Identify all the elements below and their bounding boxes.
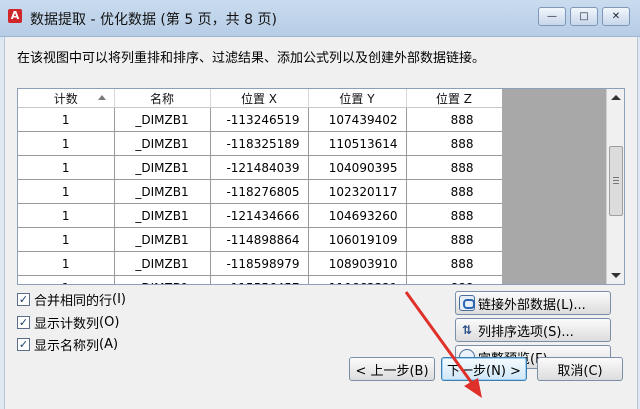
maximize-button[interactable]: □ <box>570 7 598 26</box>
cell-count[interactable]: 1 <box>18 107 115 132</box>
column-header-count[interactable]: 计数 <box>18 89 115 108</box>
title-bar: A 数据提取 - 优化数据 (第 5 页，共 8 页) — □ ✕ <box>0 0 640 37</box>
link-icon <box>459 295 475 311</box>
cell-position-x[interactable]: -118325189 <box>210 131 309 156</box>
table-row[interactable]: 1 _DIMZB1 -115556457 110663321 888 <box>18 275 503 284</box>
link-external-data-label: 链接外部数据(L)... <box>478 297 586 313</box>
cell-name[interactable]: _DIMZB1 <box>114 107 211 132</box>
dialog-client-area: 在该视图中可以将列重排和排序、过滤结果、添加公式列以及创建外部数据链接。 计数 … <box>4 37 638 409</box>
column-sort-options-label: 列排序选项(S)... <box>478 324 574 340</box>
instruction-text: 在该视图中可以将列重排和排序、过滤结果、添加公式列以及创建外部数据链接。 <box>17 51 486 66</box>
cell-position-x[interactable]: -113246519 <box>210 107 309 132</box>
cell-name[interactable]: _DIMZB1 <box>114 155 211 180</box>
show-count-option[interactable]: ✓ 显示计数列 (O) <box>17 314 120 332</box>
cell-position-y[interactable]: 110663321 <box>308 275 407 284</box>
cell-position-x[interactable]: -121434666 <box>210 203 309 228</box>
cell-position-x[interactable]: -114898864 <box>210 227 309 252</box>
show-count-label: 显示计数列 <box>34 316 100 332</box>
show-name-checkbox[interactable]: ✓ <box>17 337 30 351</box>
cancel-button[interactable]: 取消(C) <box>537 357 623 381</box>
show-name-label: 显示名称列 <box>34 338 100 354</box>
cell-name[interactable]: _DIMZB1 <box>114 251 211 276</box>
cell-position-z[interactable]: 888 <box>406 251 503 276</box>
scroll-up-icon[interactable] <box>611 95 621 100</box>
table-row[interactable]: 1 _DIMZB1 -121434666 104693260 888 <box>18 203 503 228</box>
table-row[interactable]: 1 _DIMZB1 -121484039 104090395 888 <box>18 155 503 180</box>
table-row[interactable]: 1 _DIMZB1 -113246519 107439402 888 <box>18 107 503 132</box>
cell-name[interactable]: _DIMZB1 <box>114 179 211 204</box>
window-title: 数据提取 - 优化数据 (第 5 页，共 8 页) <box>30 12 277 28</box>
cell-count[interactable]: 1 <box>18 275 115 284</box>
cell-position-y[interactable]: 110513614 <box>308 131 407 156</box>
back-button[interactable]: < 上一步(B) <box>349 357 435 381</box>
column-header-label: 名称 <box>149 91 174 106</box>
cell-count[interactable]: 1 <box>18 131 115 156</box>
data-grid[interactable]: 计数 名称 位置 X 位置 Y 位置 Z 1 _DIMZB1 -11324651… <box>17 88 625 285</box>
column-header-label: 位置 X <box>240 91 278 106</box>
cell-position-y[interactable]: 108903910 <box>308 251 407 276</box>
grip-line <box>613 180 619 181</box>
cell-name[interactable]: _DIMZB1 <box>114 203 211 228</box>
cell-position-z[interactable]: 888 <box>406 107 503 132</box>
column-sort-options-button[interactable]: ⇅ 列排序选项(S)... <box>455 318 611 342</box>
cell-position-y[interactable]: 104693260 <box>308 203 407 228</box>
cell-count[interactable]: 1 <box>18 155 115 180</box>
grip-line <box>613 183 619 184</box>
link-external-data-button[interactable]: 链接外部数据(L)... <box>455 291 611 315</box>
next-button[interactable]: 下一步(N) > <box>441 357 527 381</box>
cell-name[interactable]: _DIMZB1 <box>114 227 211 252</box>
column-header-label: 位置 Y <box>339 91 375 106</box>
show-name-option[interactable]: ✓ 显示名称列 (A) <box>17 336 119 354</box>
column-header-label: 计数 <box>53 91 78 106</box>
merge-rows-option[interactable]: ✓ 合并相同的行 (I) <box>17 291 126 309</box>
show-name-shortcut: (A) <box>99 336 119 352</box>
merge-rows-shortcut: (I) <box>112 291 126 307</box>
grid-empty-area <box>502 89 606 284</box>
table-row[interactable]: 1 _DIMZB1 -114898864 106019109 888 <box>18 227 503 252</box>
merge-rows-label: 合并相同的行 <box>34 293 113 309</box>
cell-count[interactable]: 1 <box>18 203 115 228</box>
cell-position-y[interactable]: 104090395 <box>308 155 407 180</box>
column-header-position-x[interactable]: 位置 X <box>210 89 309 108</box>
table-row[interactable]: 1 _DIMZB1 -118598979 108903910 888 <box>18 251 503 276</box>
cell-position-z[interactable]: 888 <box>406 275 503 284</box>
show-count-shortcut: (O) <box>99 314 120 330</box>
cell-count[interactable]: 1 <box>18 179 115 204</box>
cell-position-x[interactable]: -118276805 <box>210 179 309 204</box>
sort-icon: ⇅ <box>461 323 473 337</box>
column-header-position-y[interactable]: 位置 Y <box>308 89 407 108</box>
close-button[interactable]: ✕ <box>602 7 630 26</box>
cell-count[interactable]: 1 <box>18 227 115 252</box>
cell-position-z[interactable]: 888 <box>406 131 503 156</box>
cell-position-y[interactable]: 107439402 <box>308 107 407 132</box>
cell-position-y[interactable]: 106019109 <box>308 227 407 252</box>
cell-position-z[interactable]: 888 <box>406 227 503 252</box>
column-header-label: 位置 Z <box>435 91 473 106</box>
sort-ascending-icon <box>97 95 106 100</box>
merge-rows-checkbox[interactable]: ✓ <box>17 292 30 306</box>
scrollbar-thumb[interactable] <box>609 146 623 216</box>
cell-position-x[interactable]: -121484039 <box>210 155 309 180</box>
autocad-app-icon: A <box>8 9 22 23</box>
table-row[interactable]: 1 _DIMZB1 -118276805 102320117 888 <box>18 179 503 204</box>
cell-position-x[interactable]: -115556457 <box>210 275 309 284</box>
scroll-down-icon[interactable] <box>611 273 621 278</box>
cell-count[interactable]: 1 <box>18 251 115 276</box>
column-header-position-z[interactable]: 位置 Z <box>406 89 503 108</box>
vertical-scrollbar[interactable] <box>606 89 624 284</box>
cell-name[interactable]: _DIMZB1 <box>114 131 211 156</box>
cell-name[interactable]: _DIMZB1 <box>114 275 211 284</box>
cell-position-x[interactable]: -118598979 <box>210 251 309 276</box>
cell-position-z[interactable]: 888 <box>406 179 503 204</box>
cell-position-z[interactable]: 888 <box>406 155 503 180</box>
data-table: 计数 名称 位置 X 位置 Y 位置 Z 1 _DIMZB1 -11324651… <box>18 89 503 284</box>
cell-position-y[interactable]: 102320117 <box>308 179 407 204</box>
minimize-button[interactable]: — <box>538 7 566 26</box>
show-count-checkbox[interactable]: ✓ <box>17 315 30 329</box>
table-row[interactable]: 1 _DIMZB1 -118325189 110513614 888 <box>18 131 503 156</box>
cell-position-z[interactable]: 888 <box>406 203 503 228</box>
column-header-name[interactable]: 名称 <box>114 89 211 108</box>
grip-line <box>613 177 619 178</box>
